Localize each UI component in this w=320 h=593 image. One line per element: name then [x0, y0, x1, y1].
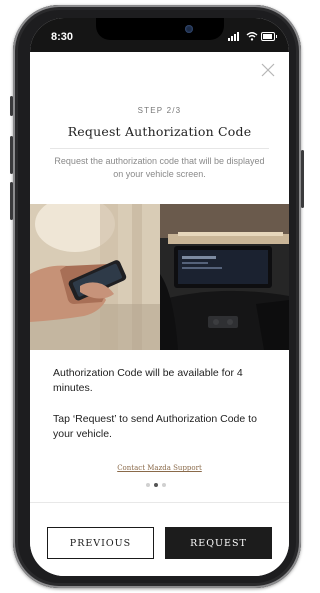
contact-support-link[interactable]: Contact Mazda Support — [30, 464, 289, 472]
instruction-text: Tap ‘Request’ to send Authorization Code… — [53, 413, 257, 440]
volume-down-button — [10, 182, 13, 220]
authorization-dialog: STEP 2/3 Request Authorization Code Requ… — [30, 52, 289, 576]
pagination-dot-3 — [162, 483, 166, 487]
availability-text: Authorization Code will be available for… — [53, 367, 243, 394]
step-indicator: STEP 2/3 — [137, 106, 182, 115]
pagination-dot-2 — [154, 483, 158, 487]
silent-switch — [10, 96, 13, 116]
battery-icon — [261, 32, 277, 41]
volume-up-button — [10, 136, 13, 174]
status-bar: 8:30 — [30, 18, 289, 52]
previous-button[interactable]: PREVIOUS — [47, 527, 154, 559]
front-camera — [185, 25, 193, 33]
signal-icon — [228, 31, 242, 41]
page-title: Request Authorization Code — [67, 124, 252, 139]
power-button — [301, 150, 304, 208]
request-button[interactable]: REQUEST — [165, 527, 272, 559]
status-time: 8:30 — [51, 31, 74, 43]
phone-screen: 8:30 STEP 2/3 Request Authorization Code — [30, 18, 289, 576]
page-subtitle: Request the authorization code that will… — [54, 156, 265, 179]
wifi-icon — [246, 32, 258, 41]
pagination-dot-1 — [146, 483, 150, 487]
close-icon[interactable] — [260, 62, 276, 78]
notch — [96, 18, 224, 40]
vehicle-dashboard-screen-photo — [160, 204, 289, 350]
title-divider — [50, 148, 269, 149]
footer-divider — [30, 502, 289, 503]
hand-holding-phone-photo — [30, 204, 160, 350]
